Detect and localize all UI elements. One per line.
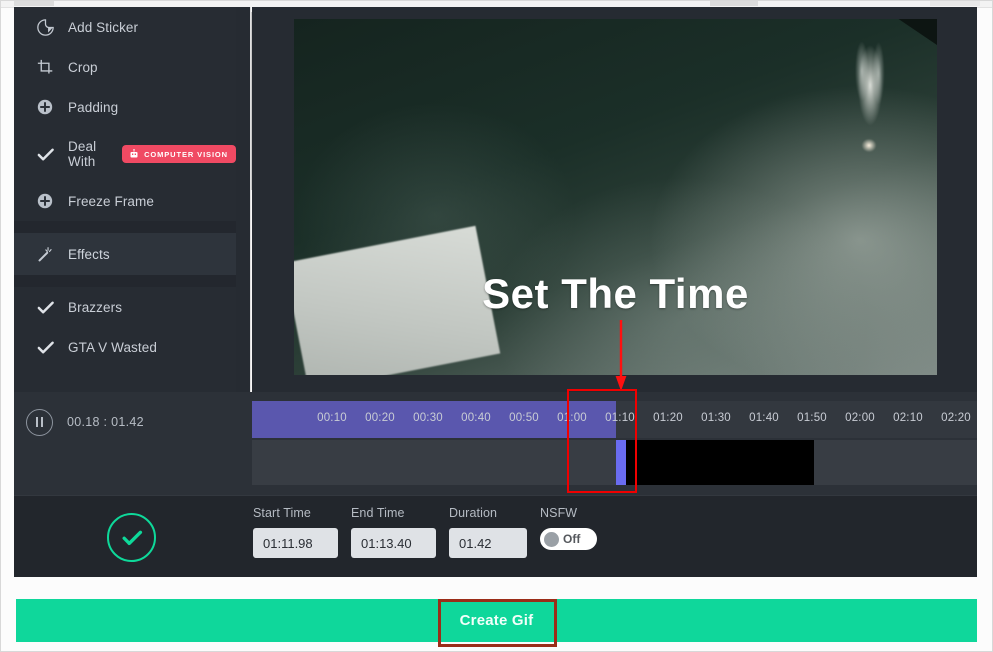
- timeline-playhead[interactable]: [616, 440, 626, 485]
- duration-label: Duration: [449, 506, 498, 520]
- ruler-tick-label: 00:50: [509, 412, 539, 424]
- overlay-caption: Set The Time: [482, 270, 749, 317]
- start-time-input[interactable]: [253, 528, 338, 558]
- end-time-group: End Time: [351, 506, 436, 558]
- robot-icon: [130, 149, 138, 158]
- video-splash: [839, 35, 899, 155]
- sidebar-item-add-sticker[interactable]: Add Sticker: [14, 7, 236, 47]
- nsfw-label: NSFW: [540, 506, 578, 520]
- video-preview-area: Set The Time: [252, 7, 977, 392]
- computer-vision-badge-label: COMPUTER VISION: [144, 149, 228, 159]
- editor-shell: Add Sticker Crop Padding Deal With COMPU…: [14, 7, 977, 578]
- duration-group: Duration: [449, 506, 527, 558]
- start-time-group: Start Time: [253, 506, 338, 558]
- plus-circle-icon: [32, 188, 58, 214]
- pause-icon-bar-2: [40, 417, 44, 427]
- sidebar-item-padding[interactable]: Padding: [14, 87, 236, 127]
- ruler-tick-label: 02:00: [845, 412, 875, 424]
- sidebar-item-label: Padding: [68, 99, 119, 115]
- create-gif-label: Create Gif: [459, 612, 534, 629]
- check-icon: [32, 294, 58, 320]
- sidebar-item-gta-v-wasted[interactable]: GTA V Wasted: [14, 327, 236, 367]
- sidebar-item-label: Crop: [68, 59, 98, 75]
- timeline-tick-labels: 00:10 00:20 00:30 00:40 00:50 01:00 01:10 01:20…: [252, 401, 977, 438]
- time-fields-group: Start Time End Time Duration NSFW Off: [253, 506, 597, 558]
- sidebar-item-effects[interactable]: Effects: [14, 233, 236, 275]
- ruler-tick-label: 01:40: [749, 412, 779, 424]
- nsfw-toggle-state: Off: [563, 532, 581, 546]
- ruler-tick-label: 00:10: [317, 412, 347, 424]
- check-icon: [32, 141, 58, 167]
- browser-tab-mid: [710, 0, 758, 6]
- browser-window-controls: [930, 0, 980, 6]
- end-time-input[interactable]: [351, 528, 436, 558]
- create-gif-button[interactable]: Create Gif: [16, 599, 977, 642]
- settings-bar: Start Time End Time Duration NSFW Off: [14, 495, 977, 578]
- ruler-tick-label: 00:20: [365, 412, 395, 424]
- ruler-tick-label: 01:50: [797, 412, 827, 424]
- nsfw-toggle[interactable]: Off: [540, 528, 597, 550]
- sidebar-item-freeze-frame[interactable]: Freeze Frame: [14, 181, 236, 221]
- sidebar-item-brazzers[interactable]: Brazzers: [14, 287, 236, 327]
- ruler-tick-label: 00:40: [461, 412, 491, 424]
- sidebar-item-label: GTA V Wasted: [68, 339, 157, 355]
- sidebar-item-label: Brazzers: [68, 299, 123, 315]
- browser-tab-left: [14, 0, 54, 6]
- ruler-tick-label: 01:00: [557, 412, 587, 424]
- crop-icon: [32, 54, 58, 80]
- sticker-icon: [32, 14, 58, 40]
- sidebar-item-label: Freeze Frame: [68, 193, 154, 209]
- timeline-ruler[interactable]: 00:10 00:20 00:30 00:40 00:50 01:00 01:10 01:20…: [252, 401, 977, 438]
- magic-wand-icon: [32, 241, 58, 267]
- ruler-tick-label: 02:20: [941, 412, 971, 424]
- ruler-tick-label: 01:30: [701, 412, 731, 424]
- end-time-label: End Time: [351, 506, 405, 520]
- gif-editor-app: Add Sticker Crop Padding Deal With COMPU…: [0, 0, 993, 652]
- sidebar-item-crop[interactable]: Crop: [14, 47, 236, 87]
- sidebar-item-deal-with[interactable]: Deal With COMPUTER VISION: [14, 127, 236, 181]
- ruler-tick-label: 01:20: [653, 412, 683, 424]
- check-circle-icon: [107, 513, 156, 562]
- sidebar-divider-2: [14, 275, 236, 287]
- sidebar-item-label: Deal With: [68, 139, 97, 169]
- tools-sidebar: Add Sticker Crop Padding Deal With COMPU…: [14, 7, 236, 392]
- sidebar-divider: [14, 221, 236, 233]
- ruler-tick-label: 00:30: [413, 412, 443, 424]
- ruler-tick-label: 02:10: [893, 412, 923, 424]
- plus-circle-icon: [32, 94, 58, 120]
- computer-vision-badge: COMPUTER VISION: [122, 145, 236, 163]
- timeline-track[interactable]: [252, 440, 977, 485]
- timeline-clip-segment[interactable]: [626, 440, 814, 485]
- start-time-label: Start Time: [253, 506, 311, 520]
- nsfw-toggle-knob: [544, 531, 559, 547]
- timeline-time-display: 00.18 : 01.42: [67, 415, 144, 429]
- duration-input[interactable]: [449, 528, 527, 558]
- video-frame[interactable]: Set The Time: [294, 19, 937, 375]
- sidebar-item-label: Effects: [68, 246, 110, 262]
- check-icon: [32, 334, 58, 360]
- pause-icon-bar-1: [35, 417, 39, 427]
- nsfw-group: NSFW Off: [540, 506, 597, 550]
- sidebar-item-label: Add Sticker: [68, 19, 139, 35]
- create-gif-area: Create Gif: [0, 577, 993, 652]
- pause-button[interactable]: [26, 408, 53, 436]
- timeline-controls: 00.18 : 01.42: [14, 392, 252, 452]
- timeline-bar: 00.18 : 01.42 00:10 00:20 00:30 00:40 00:50 0…: [14, 392, 977, 495]
- ruler-tick-label: 01:10: [605, 412, 635, 424]
